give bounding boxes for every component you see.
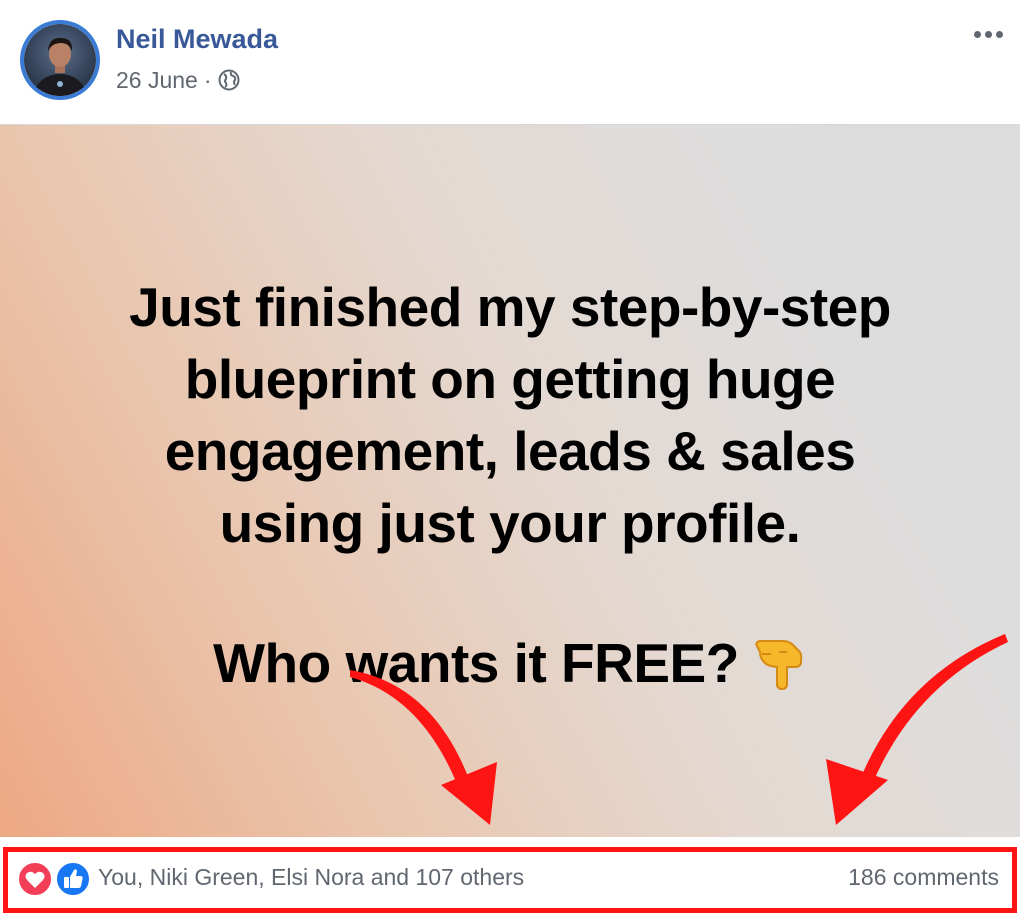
reaction-names-link[interactable]: You, Niki Green, Elsi Nora and 107 other… — [98, 864, 524, 891]
comments-count-link[interactable]: 186 comments — [848, 864, 999, 891]
post-header: Neil Mewada 26 June · — [0, 0, 1020, 125]
post-image[interactable]: Just finished my step-by-step blueprint … — [0, 125, 1020, 837]
author-name-link[interactable]: Neil Mewada — [116, 24, 278, 55]
like-reaction-icon[interactable] — [55, 861, 91, 897]
post-date-link[interactable]: 26 June — [116, 67, 198, 94]
red-arrow-right — [826, 634, 1008, 825]
reactions-bar: You, Niki Green, Elsi Nora and 107 other… — [0, 837, 1020, 916]
love-reaction-icon[interactable] — [17, 861, 53, 897]
reaction-icons[interactable] — [17, 861, 97, 897]
more-options-icon[interactable] — [968, 22, 1008, 46]
post-meta: 26 June · — [116, 64, 240, 96]
globe-icon[interactable] — [218, 69, 240, 91]
meta-separator: · — [203, 66, 212, 93]
author-avatar[interactable] — [20, 20, 100, 100]
red-arrow-left — [350, 670, 497, 825]
red-arrows-overlay — [350, 634, 1008, 825]
